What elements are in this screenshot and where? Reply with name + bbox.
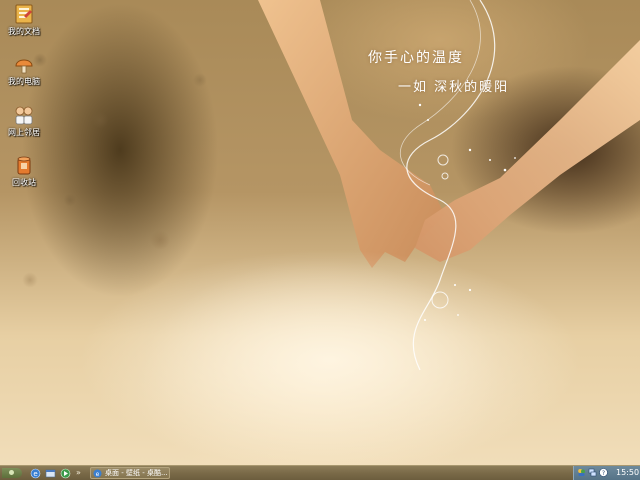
taskbar-window-label: 桌面 - 壁纸 - 桌酷...: [105, 469, 168, 477]
desktop-icon-recycle-bin[interactable]: 回收站: [0, 153, 48, 188]
sparkle: [503, 168, 507, 172]
desktop-icon-label: 回收站: [12, 178, 36, 187]
desktop-icon-my-computer[interactable]: 我的电脑: [0, 52, 48, 87]
desktop-icon-label: 我的文档: [8, 27, 40, 36]
sparkle: [468, 148, 472, 152]
sparkle: [457, 314, 459, 316]
svg-text:e: e: [33, 470, 37, 478]
sparkle: [489, 159, 491, 161]
wallpaper-glow: [80, 250, 580, 465]
desktop-icon-label: 网上邻居: [8, 128, 40, 137]
svg-text:?: ?: [602, 470, 605, 477]
sparkle: [418, 103, 422, 107]
start-orb-icon: [9, 470, 14, 475]
recycle-bin-icon: [17, 156, 31, 175]
bubble: [441, 172, 449, 180]
msn-messenger-icon[interactable]: [577, 468, 586, 477]
sparkle: [468, 288, 472, 292]
my-documents-icon: [15, 4, 33, 24]
sparkle: [514, 157, 516, 159]
wallpaper-text-line-2: 一如 深秋的暖阳: [398, 80, 510, 95]
sparkle: [427, 119, 429, 121]
desktop-icon-label: 我的电脑: [8, 77, 40, 86]
sparkle: [454, 284, 456, 286]
desktop[interactable]: 你手心的温度 一如 深秋的暖阳 我的文档 我的电脑 网上邻居 回收站 e » e…: [0, 0, 640, 480]
wallpaper-art: [80, 0, 640, 465]
clock[interactable]: 15:50: [616, 467, 639, 479]
right-arm-shape: [415, 40, 640, 262]
desktop-icon-my-documents[interactable]: 我的文档: [0, 2, 48, 37]
bubble: [437, 154, 449, 166]
svg-text:e: e: [96, 471, 100, 478]
internet-explorer-icon[interactable]: e: [30, 468, 41, 479]
left-arm-shape: [258, 0, 445, 268]
show-desktop-icon[interactable]: [45, 468, 56, 479]
wallpaper-text-line-1: 你手心的温度: [368, 50, 464, 66]
network-connection-icon[interactable]: [588, 468, 597, 477]
taskbar: e » e 桌面 - 壁纸 - 桌酷... ? 15:50: [0, 465, 640, 480]
my-computer-icon: [15, 59, 33, 74]
browser-window-icon: e: [93, 469, 102, 478]
desktop-icon-network-places[interactable]: 网上邻居: [0, 103, 48, 138]
quick-launch-more-button[interactable]: »: [76, 467, 81, 479]
sparkle: [424, 319, 426, 321]
media-player-icon[interactable]: [60, 468, 71, 479]
bubble: [431, 291, 449, 309]
taskbar-window-button[interactable]: e 桌面 - 壁纸 - 桌酷...: [90, 467, 170, 479]
system-tray: ? 15:50: [573, 466, 640, 480]
start-button[interactable]: [2, 468, 22, 478]
network-places-icon: [15, 106, 33, 125]
help-icon[interactable]: ?: [599, 468, 608, 477]
